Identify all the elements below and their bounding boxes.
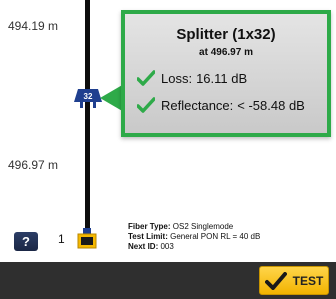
fiber-trace-screen: 494.19 m 496.97 m 32 Splitter (1x32) at … bbox=[0, 0, 336, 299]
loss-value: 16.11 dB bbox=[196, 70, 248, 86]
check-icon bbox=[137, 70, 155, 86]
connector-icon[interactable] bbox=[76, 228, 98, 250]
help-button[interactable]: ? bbox=[14, 232, 38, 251]
event-detail-box[interactable]: Splitter (1x32) at 496.97 m Loss: 16.11 … bbox=[121, 10, 331, 137]
test-button-label: TEST bbox=[292, 273, 324, 288]
loss-result-row: Loss: 16.11 dB bbox=[137, 69, 247, 87]
fiber-type-row: Fiber Type: OS2 Singlemode bbox=[128, 222, 260, 232]
loss-label: Loss: bbox=[161, 70, 193, 86]
check-icon bbox=[264, 271, 287, 290]
check-icon bbox=[137, 97, 155, 113]
top-distance-label: 494.19 m bbox=[8, 19, 59, 33]
next-id-label: Next ID: bbox=[128, 242, 159, 251]
next-id-row: Next ID: 003 bbox=[128, 242, 260, 252]
reflectance-value: < -58.48 dB bbox=[237, 97, 305, 113]
fiber-trace-line bbox=[85, 0, 90, 230]
port-number: 1 bbox=[58, 232, 65, 246]
fiber-type-label: Fiber Type: bbox=[128, 222, 171, 231]
test-limit-label: Test Limit: bbox=[128, 232, 168, 241]
test-limit-row: Test Limit: General PON RL = 40 dB bbox=[128, 232, 260, 242]
fiber-type-value: OS2 Singlemode bbox=[172, 222, 234, 231]
bottom-distance-label: 496.97 m bbox=[8, 158, 59, 172]
next-id-value: 003 bbox=[160, 242, 174, 251]
event-detail-panel: Splitter (1x32) at 496.97 m Loss: 16.11 … bbox=[125, 14, 327, 133]
test-limit-value: General PON RL = 40 dB bbox=[170, 232, 261, 241]
reflectance-label: Reflectance: bbox=[161, 97, 234, 113]
test-button[interactable]: TEST bbox=[259, 266, 329, 295]
event-title: Splitter (1x32) bbox=[176, 26, 276, 43]
event-location: at 496.97 m bbox=[199, 47, 253, 58]
fiber-info-panel: Fiber Type: OS2 Singlemode Test Limit: G… bbox=[128, 222, 260, 252]
reflectance-result-row: Reflectance: < -58.48 dB bbox=[137, 96, 305, 114]
